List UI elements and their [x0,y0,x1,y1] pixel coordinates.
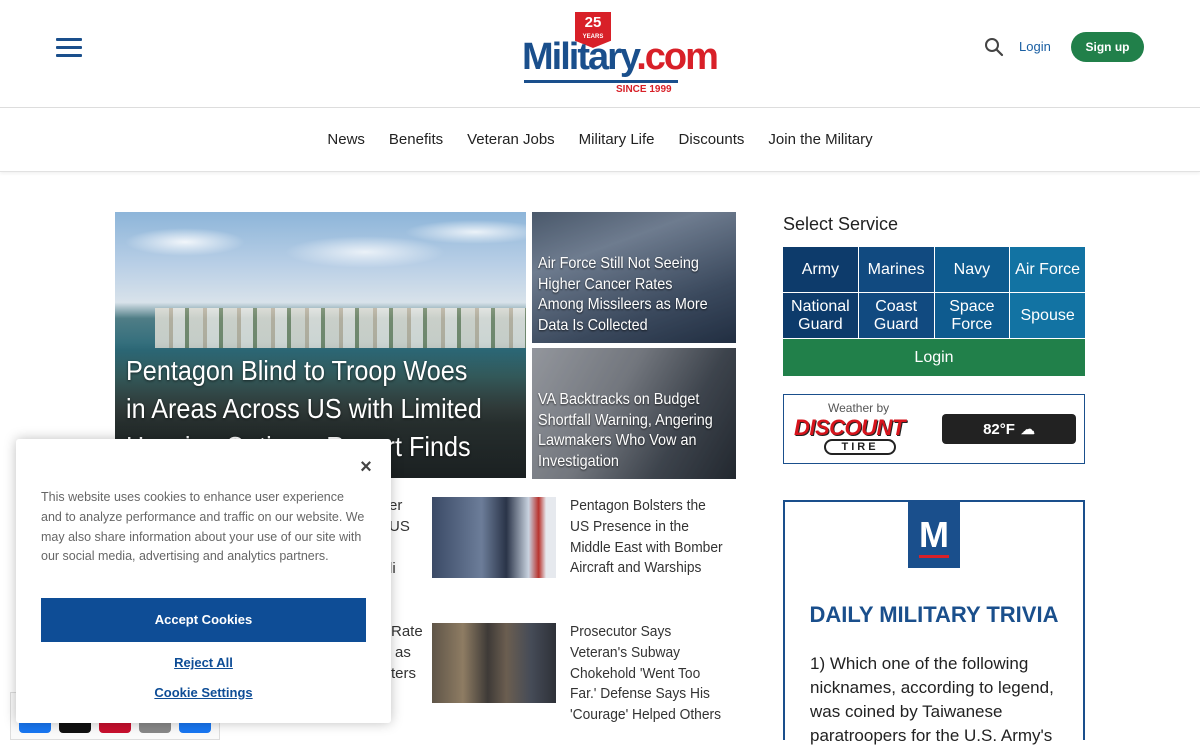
article-title-fragment[interactable]: Rate [391,622,423,643]
article-title-fragment[interactable]: as [395,643,411,664]
weather-widget[interactable]: Weather by DISCOUNT TIRE 82°F ☁ [783,394,1085,464]
side-story-title[interactable]: VA Backtracks on Budget Shortfall Warnin… [538,390,714,472]
site-logo[interactable]: 25 YEARS Military.com SINCE 1999 [520,12,719,96]
reject-all-link[interactable]: Reject All [16,655,391,670]
side-story-title[interactable]: Air Force Still Not Seeing Higher Cancer… [538,254,714,336]
service-space-force-button[interactable]: Space Force [934,293,1010,338]
article-title-fragment[interactable]: US [389,517,410,538]
header-login-link[interactable]: Login [1019,39,1051,54]
side-story[interactable]: Air Force Still Not Seeing Higher Cancer… [532,212,736,343]
daily-trivia-box: M DAILY MILITARY TRIVIA 1) Which one of … [783,500,1085,745]
nav-item-benefits[interactable]: Benefits [389,131,443,148]
nav-item-join-the-military[interactable]: Join the Military [768,131,872,148]
cookie-consent-dialog: × This website uses cookies to enhance u… [16,439,391,723]
cookie-message: This website uses cookies to enhance use… [41,490,365,564]
trivia-question: 1) Which one of the following nicknames,… [810,654,1054,745]
logo-underline [524,80,678,83]
search-icon[interactable] [984,37,1004,57]
hamburger-menu-icon[interactable] [56,38,82,58]
article-title[interactable]: Pentagon Bolsters the US Presence in the… [570,496,726,579]
article-thumbnail[interactable] [432,497,556,578]
weather-by-label: Weather by [828,401,890,415]
nav-item-military-life[interactable]: Military Life [579,131,655,148]
close-icon[interactable]: × [356,457,376,477]
service-login-button[interactable]: Login [783,339,1085,376]
trivia-logo: M [908,502,960,568]
site-header: 25 YEARS Military.com SINCE 1999 Login Si… [0,0,1200,108]
nav-item-veteran-jobs[interactable]: Veteran Jobs [467,131,555,148]
service-coast-guard-button[interactable]: Coast Guard [858,293,934,338]
discount-tire-sublogo: TIRE [824,439,896,455]
service-national-guard-button[interactable]: National Guard [783,293,858,338]
side-story[interactable]: VA Backtracks on Budget Shortfall Warnin… [532,348,736,479]
service-army-button[interactable]: Army [783,247,858,292]
logo-since-text: SINCE 1999 [616,84,672,95]
hero-image [115,212,526,302]
nav-item-news[interactable]: News [327,131,365,148]
accept-cookies-button[interactable]: Accept Cookies [41,598,366,642]
main-nav: News Benefits Veteran Jobs Military Life… [0,109,1200,172]
article-title-fragment[interactable]: ters [391,664,416,685]
temperature-value: 82°F [983,421,1015,438]
discount-tire-logo: DISCOUNT [794,415,905,440]
service-grid: Army Marines Navy Air Force National Gua… [783,247,1085,338]
service-marines-button[interactable]: Marines [858,247,934,292]
logo-wordmark: Military.com [522,36,719,78]
article-thumbnail[interactable] [432,623,556,703]
nav-item-discounts[interactable]: Discounts [679,131,745,148]
select-service-title: Select Service [783,214,899,234]
temperature-display: 82°F ☁ [942,414,1076,444]
article-title[interactable]: Prosecutor Says Veteran's Subway Chokeho… [570,622,726,726]
signup-button[interactable]: Sign up [1071,32,1144,62]
service-navy-button[interactable]: Navy [934,247,1010,292]
article-title-fragment[interactable]: er [389,496,402,517]
cookie-settings-link[interactable]: Cookie Settings [16,685,391,700]
service-spouse-button[interactable]: Spouse [1010,293,1085,338]
rain-cloud-icon: ☁ [1020,421,1035,437]
service-air-force-button[interactable]: Air Force [1010,247,1085,292]
trivia-title: DAILY MILITARY TRIVIA [809,602,1059,627]
